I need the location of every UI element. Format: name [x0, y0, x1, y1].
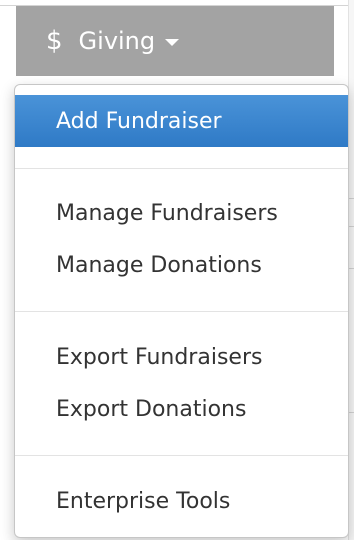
giving-dropdown-menu: Add Fundraiser Manage Fundraisers Manage…	[14, 84, 349, 538]
background-edge-line	[349, 198, 354, 199]
background-edge-line	[349, 412, 354, 413]
menu-item-export-fundraisers[interactable]: Export Fundraisers	[15, 331, 348, 383]
background-edge-line	[349, 226, 354, 227]
menu-divider	[15, 168, 348, 169]
menu-item-add-fundraiser[interactable]: Add Fundraiser	[15, 95, 348, 147]
menu-item-label: Export Fundraisers	[56, 344, 263, 370]
menu-item-enterprise-tools[interactable]: Enterprise Tools	[15, 475, 348, 527]
giving-button-label: Giving	[78, 27, 156, 55]
menu-item-label: Manage Fundraisers	[56, 200, 278, 226]
giving-dropdown-button[interactable]: $ Giving	[16, 6, 334, 76]
dollar-icon: $	[46, 26, 63, 56]
menu-item-manage-donations[interactable]: Manage Donations	[15, 239, 348, 291]
menu-item-label: Manage Donations	[56, 252, 262, 278]
background-edge-line	[349, 268, 354, 269]
menu-item-export-donations[interactable]: Export Donations	[15, 383, 348, 435]
menu-item-label: Enterprise Tools	[56, 488, 231, 514]
menu-item-manage-fundraisers[interactable]: Manage Fundraisers	[15, 187, 348, 239]
menu-divider	[15, 455, 348, 456]
menu-item-label: Export Donations	[56, 396, 247, 422]
caret-down-icon	[165, 39, 180, 46]
menu-item-label: Add Fundraiser	[56, 108, 222, 134]
menu-divider	[15, 311, 348, 312]
